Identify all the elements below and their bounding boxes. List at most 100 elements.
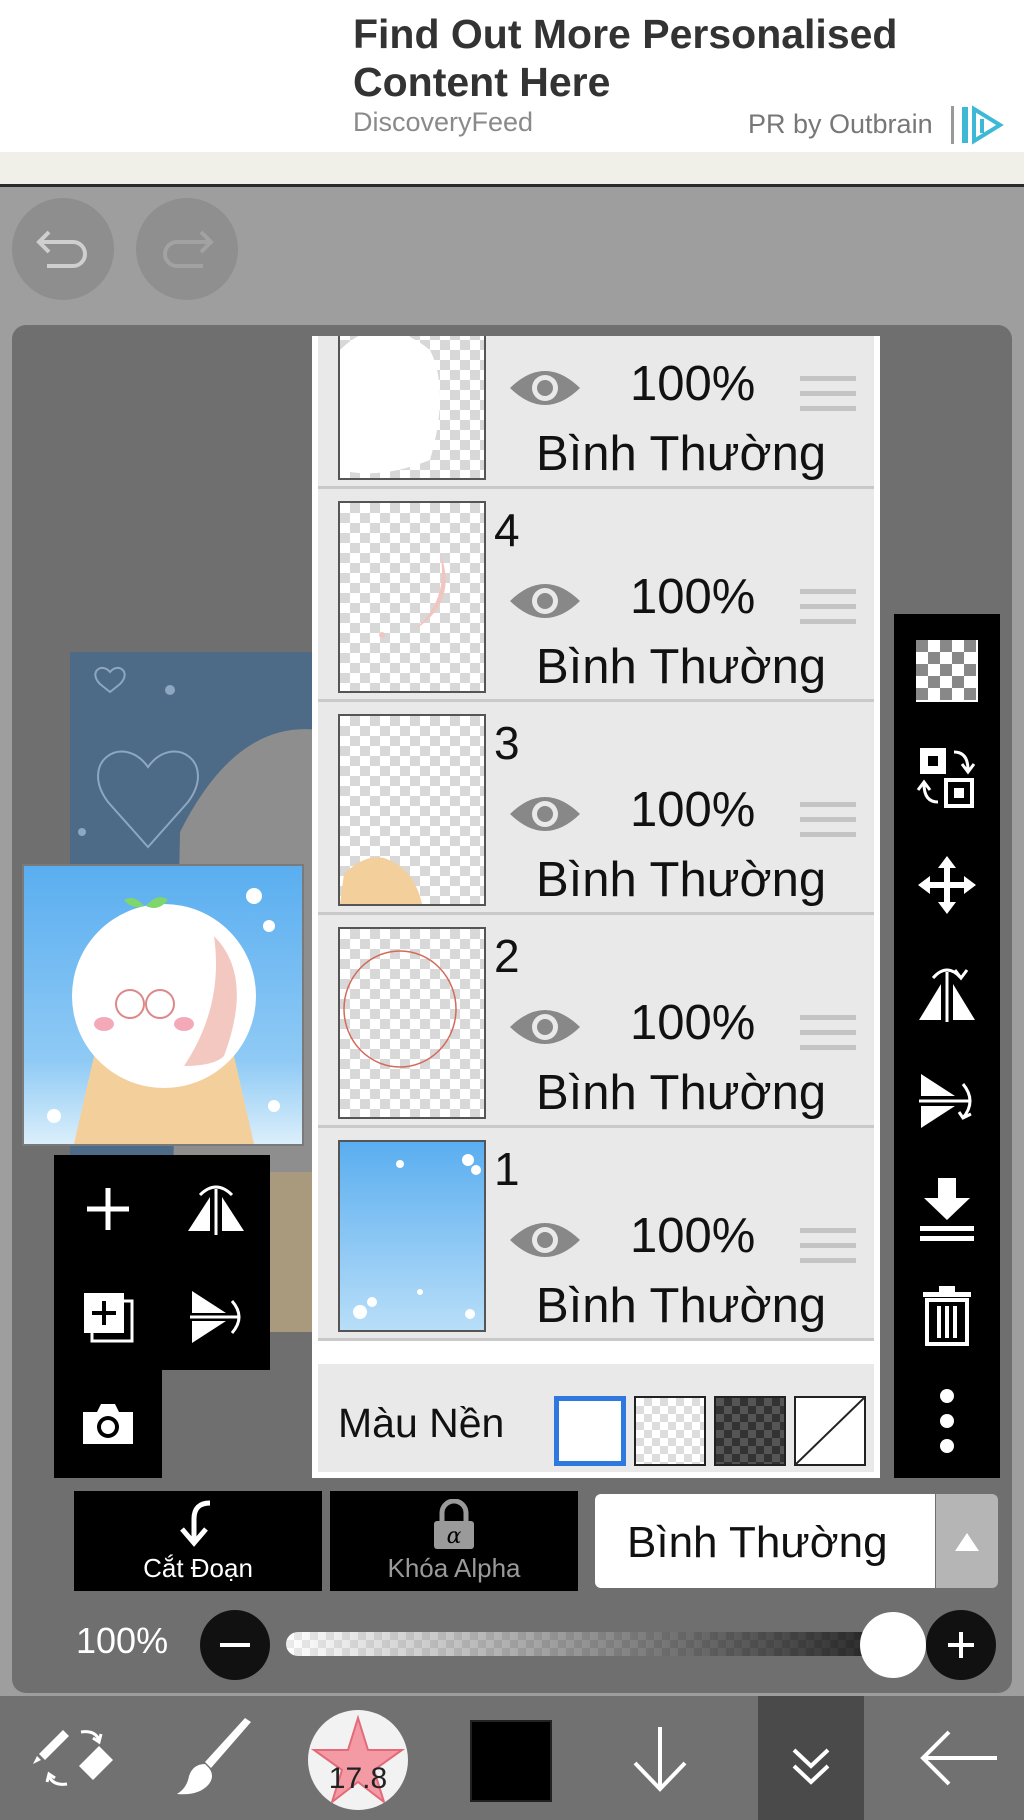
drag-handle-icon[interactable] <box>800 587 856 627</box>
layer-number: 5 <box>494 336 520 344</box>
layer-blend-mode: Bình Thường <box>536 640 827 694</box>
drag-handle-icon[interactable] <box>800 374 856 414</box>
layer-row-4[interactable]: 4 100% Bình Thường <box>318 489 874 702</box>
brush-size-button[interactable]: 17.8 <box>308 1710 408 1810</box>
clipping-label: Cắt Đoạn <box>143 1553 253 1583</box>
plus-icon <box>948 1632 974 1658</box>
triangle-up-icon <box>955 1533 979 1551</box>
layer-row-3[interactable]: 3 100% Bình Thường <box>318 702 874 915</box>
swap-layer-icon <box>916 748 976 808</box>
layer-opacity: 100% <box>630 996 756 1050</box>
minus-icon <box>220 1643 250 1647</box>
blend-mode-select[interactable]: Bình Thường <box>595 1494 935 1588</box>
layer-blend-mode: Bình Thường <box>536 853 827 907</box>
delete-layer-button[interactable] <box>894 1262 1000 1368</box>
flip-vertical-icon <box>190 1291 241 1343</box>
move-button[interactable] <box>894 832 1000 938</box>
redo-icon <box>163 230 214 268</box>
layers-icon <box>792 1748 830 1785</box>
layer-number: 1 <box>494 1143 520 1195</box>
tool-switch-button[interactable] <box>14 1696 134 1820</box>
download-button[interactable] <box>610 1696 710 1820</box>
ad-bottom-strip <box>0 152 1024 187</box>
clipping-button[interactable]: Cắt Đoạn <box>74 1491 322 1591</box>
ad-banner[interactable]: Find Out More Personalised Content Here … <box>0 0 1024 152</box>
ad-sponsor-label[interactable]: PR by Outbrain <box>748 109 933 140</box>
merge-down-button[interactable] <box>894 1156 1000 1262</box>
blend-mode-dropdown-button[interactable] <box>936 1494 998 1588</box>
flip-horizontal-button[interactable] <box>162 1155 270 1263</box>
layer-thumbnail[interactable] <box>338 927 486 1119</box>
lock-alpha-icon: α <box>434 1499 474 1549</box>
back-button[interactable] <box>904 1696 1014 1820</box>
layer-number: 4 <box>494 504 520 556</box>
back-arrow-icon <box>920 1730 997 1786</box>
layer-opacity: 100% <box>630 570 756 624</box>
flip-horizontal-button[interactable] <box>894 940 1000 1046</box>
bottom-toolbar: 17.8 <box>0 1696 1024 1820</box>
visibility-eye-icon[interactable] <box>506 1214 584 1266</box>
visibility-eye-icon[interactable] <box>506 1001 584 1053</box>
ad-source: DiscoveryFeed <box>353 107 534 137</box>
no-background-icon <box>795 1397 865 1465</box>
layer-thumbnail[interactable] <box>338 714 486 906</box>
bg-swatch-transparent[interactable] <box>634 1396 706 1466</box>
add-layer-icon <box>87 1188 129 1230</box>
redo-button[interactable] <box>136 198 238 300</box>
layer-row-2[interactable]: 2 100% Bình Thường <box>318 915 874 1128</box>
artwork-preview[interactable] <box>22 864 304 1146</box>
undo-icon <box>36 230 87 268</box>
layer-number: 3 <box>494 717 520 769</box>
visibility-eye-icon[interactable] <box>506 362 584 414</box>
ad-title[interactable]: Find Out More Personalised Content Here <box>353 10 973 106</box>
layers-button[interactable] <box>758 1696 864 1820</box>
swap-layer-button[interactable] <box>894 724 1000 830</box>
layer-thumbnail[interactable] <box>338 501 486 693</box>
alpha-lock-button[interactable]: α Khóa Alpha <box>330 1491 578 1591</box>
tool-switch-icon <box>33 1730 113 1786</box>
more-icon <box>940 1389 954 1453</box>
background-color-row: Màu Nền <box>318 1364 874 1472</box>
bg-swatch-dark-checker[interactable] <box>714 1396 786 1466</box>
ad-divider <box>951 106 954 144</box>
transparency-button[interactable] <box>894 618 1000 724</box>
add-layer-button[interactable] <box>54 1155 162 1263</box>
more-options-button[interactable] <box>894 1368 1000 1474</box>
visibility-eye-icon[interactable] <box>506 575 584 627</box>
flip-vertical-icon <box>919 1074 972 1128</box>
layer-opacity: 100% <box>630 357 756 411</box>
alpha-lock-label: Khóa Alpha <box>387 1553 521 1583</box>
opacity-slider-handle[interactable] <box>860 1612 926 1678</box>
layer-row-5[interactable]: 5 100% Bình Thường <box>318 336 874 489</box>
left-tool-panel <box>54 1155 270 1370</box>
opacity-slider[interactable] <box>286 1632 926 1656</box>
transparency-icon <box>916 640 978 702</box>
layer-blend-mode: Bình Thường <box>536 427 827 481</box>
layer-panel[interactable]: 5 100% Bình Thường 4 100% Bình Thường 3 … <box>312 336 880 1478</box>
bg-swatch-none[interactable] <box>794 1396 866 1466</box>
layer-thumbnail[interactable] <box>338 336 486 480</box>
bg-swatch-white[interactable] <box>554 1396 626 1466</box>
layer-number: 2 <box>494 930 520 982</box>
outbrain-logo-icon[interactable] <box>960 105 1004 145</box>
layer-thumbnail[interactable] <box>338 1140 486 1332</box>
undo-button[interactable] <box>12 198 114 300</box>
drag-handle-icon[interactable] <box>800 800 856 840</box>
svg-text:α: α <box>447 1524 462 1549</box>
opacity-decrease-button[interactable] <box>200 1610 270 1680</box>
duplicate-layer-button[interactable] <box>54 1263 162 1371</box>
layer-row-1[interactable]: 1 100% Bình Thường <box>318 1128 874 1341</box>
brush-tool-button[interactable] <box>160 1696 270 1820</box>
opacity-increase-button[interactable] <box>926 1610 996 1680</box>
background-color-label: Màu Nền <box>338 1400 505 1446</box>
drag-handle-icon[interactable] <box>800 1226 856 1266</box>
flip-vertical-button[interactable] <box>894 1048 1000 1154</box>
drag-handle-icon[interactable] <box>800 1013 856 1053</box>
flip-vertical-button[interactable] <box>162 1263 270 1371</box>
download-arrow-icon <box>633 1727 687 1792</box>
camera-button[interactable] <box>54 1370 162 1478</box>
visibility-eye-icon[interactable] <box>506 788 584 840</box>
flip-horizontal-icon <box>188 1185 244 1235</box>
layer-opacity: 100% <box>630 1209 756 1263</box>
color-swatch[interactable] <box>470 1720 552 1802</box>
